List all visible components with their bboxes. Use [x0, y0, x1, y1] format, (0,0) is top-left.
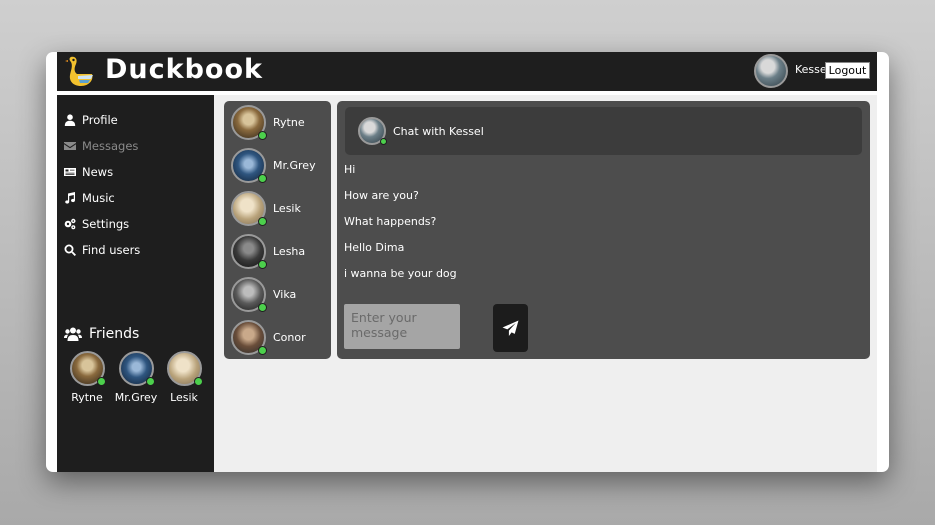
- friend-name: Rytne: [71, 391, 103, 404]
- chat-panel: Chat with Kessel Hi How are you? What ha…: [337, 101, 870, 359]
- sidebar-item-label: Messages: [82, 139, 139, 153]
- newspaper-icon: [64, 168, 76, 176]
- dialog-name: Mr.Grey: [273, 159, 316, 172]
- sidebar-item-profile[interactable]: Profile: [64, 107, 140, 133]
- dialog-item[interactable]: Lesha: [231, 233, 305, 270]
- online-indicator: [258, 174, 267, 183]
- chat-message: How are you?: [344, 189, 419, 202]
- online-indicator: [258, 346, 267, 355]
- online-indicator: [258, 260, 267, 269]
- friend-item[interactable]: Mr.Grey: [111, 351, 161, 404]
- dialog-avatar: [231, 148, 267, 183]
- user-icon: [64, 114, 76, 126]
- chat-header: Chat with Kessel: [345, 107, 862, 155]
- send-button[interactable]: [493, 304, 528, 352]
- online-indicator: [258, 303, 267, 312]
- friend-avatar: [166, 351, 203, 386]
- dialog-avatar: [231, 234, 267, 269]
- friend-avatar: [118, 351, 155, 386]
- dialog-item[interactable]: Vika: [231, 276, 296, 313]
- chat-message: Hello Dima: [344, 241, 405, 254]
- dialog-item[interactable]: Rytne: [231, 104, 305, 141]
- dialog-avatar: [231, 105, 267, 140]
- logout-button[interactable]: Logout: [825, 62, 870, 79]
- dialog-item[interactable]: Conor: [231, 319, 306, 356]
- online-indicator: [380, 138, 387, 145]
- duck-logo-icon: [65, 56, 93, 86]
- chat-message: What happends?: [344, 215, 437, 228]
- chat-message: i wanna be your dog: [344, 267, 457, 280]
- top-header: Duckbook Kessel Logout: [57, 52, 877, 91]
- dialog-name: Lesha: [273, 245, 306, 258]
- sidebar-item-label: Settings: [82, 217, 130, 231]
- friends-title: Friends: [89, 326, 140, 342]
- friend-item[interactable]: Lesik: [159, 351, 209, 404]
- online-indicator: [96, 377, 106, 386]
- search-icon: [64, 244, 76, 256]
- sidebar-item-label: Find users: [82, 243, 141, 257]
- chat-title: Chat with Kessel: [393, 124, 484, 138]
- dialog-item[interactable]: Mr.Grey: [231, 147, 316, 184]
- friends-heading: Friends: [64, 326, 139, 342]
- dialog-name: Lesik: [273, 202, 301, 215]
- app-window: Duckbook Kessel Logout Profile Messages …: [46, 52, 889, 472]
- dialog-avatar: [231, 320, 267, 355]
- brand-title: Duckbook: [105, 54, 263, 85]
- sidebar-item-label: News: [82, 165, 114, 179]
- dialog-name: Vika: [273, 288, 297, 301]
- sidebar-item-label: Profile: [82, 113, 118, 127]
- users-icon: [64, 327, 82, 341]
- gears-icon: [64, 218, 76, 230]
- music-note-icon: [65, 192, 75, 204]
- friend-name: Mr.Grey: [114, 391, 158, 404]
- online-indicator: [145, 377, 155, 386]
- dialogs-list: Rytne Mr.Grey Lesik Lesha Vika Conor: [224, 101, 331, 359]
- online-indicator: [193, 377, 203, 386]
- friend-avatar: [69, 351, 106, 386]
- paper-plane-icon: [502, 320, 519, 336]
- sidebar-item-music[interactable]: Music: [64, 185, 140, 211]
- online-indicator: [258, 131, 267, 140]
- dialog-avatar: [231, 191, 267, 226]
- friend-name: Lesik: [170, 391, 198, 404]
- dialog-name: Conor: [273, 331, 306, 344]
- message-input[interactable]: [344, 304, 460, 349]
- online-indicator: [258, 217, 267, 226]
- sidebar-item-news[interactable]: News: [64, 159, 140, 185]
- sidebar-item-settings[interactable]: Settings: [64, 211, 140, 237]
- chat-message: Hi: [344, 163, 356, 176]
- sidebar-nav: Profile Messages News Music Settings Fin…: [64, 107, 140, 263]
- chat-avatar: [358, 117, 387, 145]
- dialog-avatar: [231, 277, 267, 312]
- main-content: Rytne Mr.Grey Lesik Lesha Vika Conor Cha…: [214, 95, 877, 472]
- friend-item[interactable]: Rytne: [62, 351, 112, 404]
- user-avatar[interactable]: [754, 54, 788, 88]
- dialog-name: Rytne: [273, 116, 305, 129]
- sidebar: Profile Messages News Music Settings Fin…: [57, 95, 214, 472]
- sidebar-item-label: Music: [82, 191, 115, 205]
- dialog-item[interactable]: Lesik: [231, 190, 301, 227]
- sidebar-item-messages[interactable]: Messages: [64, 133, 140, 159]
- envelope-icon: [64, 142, 76, 150]
- sidebar-item-find-users[interactable]: Find users: [64, 237, 140, 263]
